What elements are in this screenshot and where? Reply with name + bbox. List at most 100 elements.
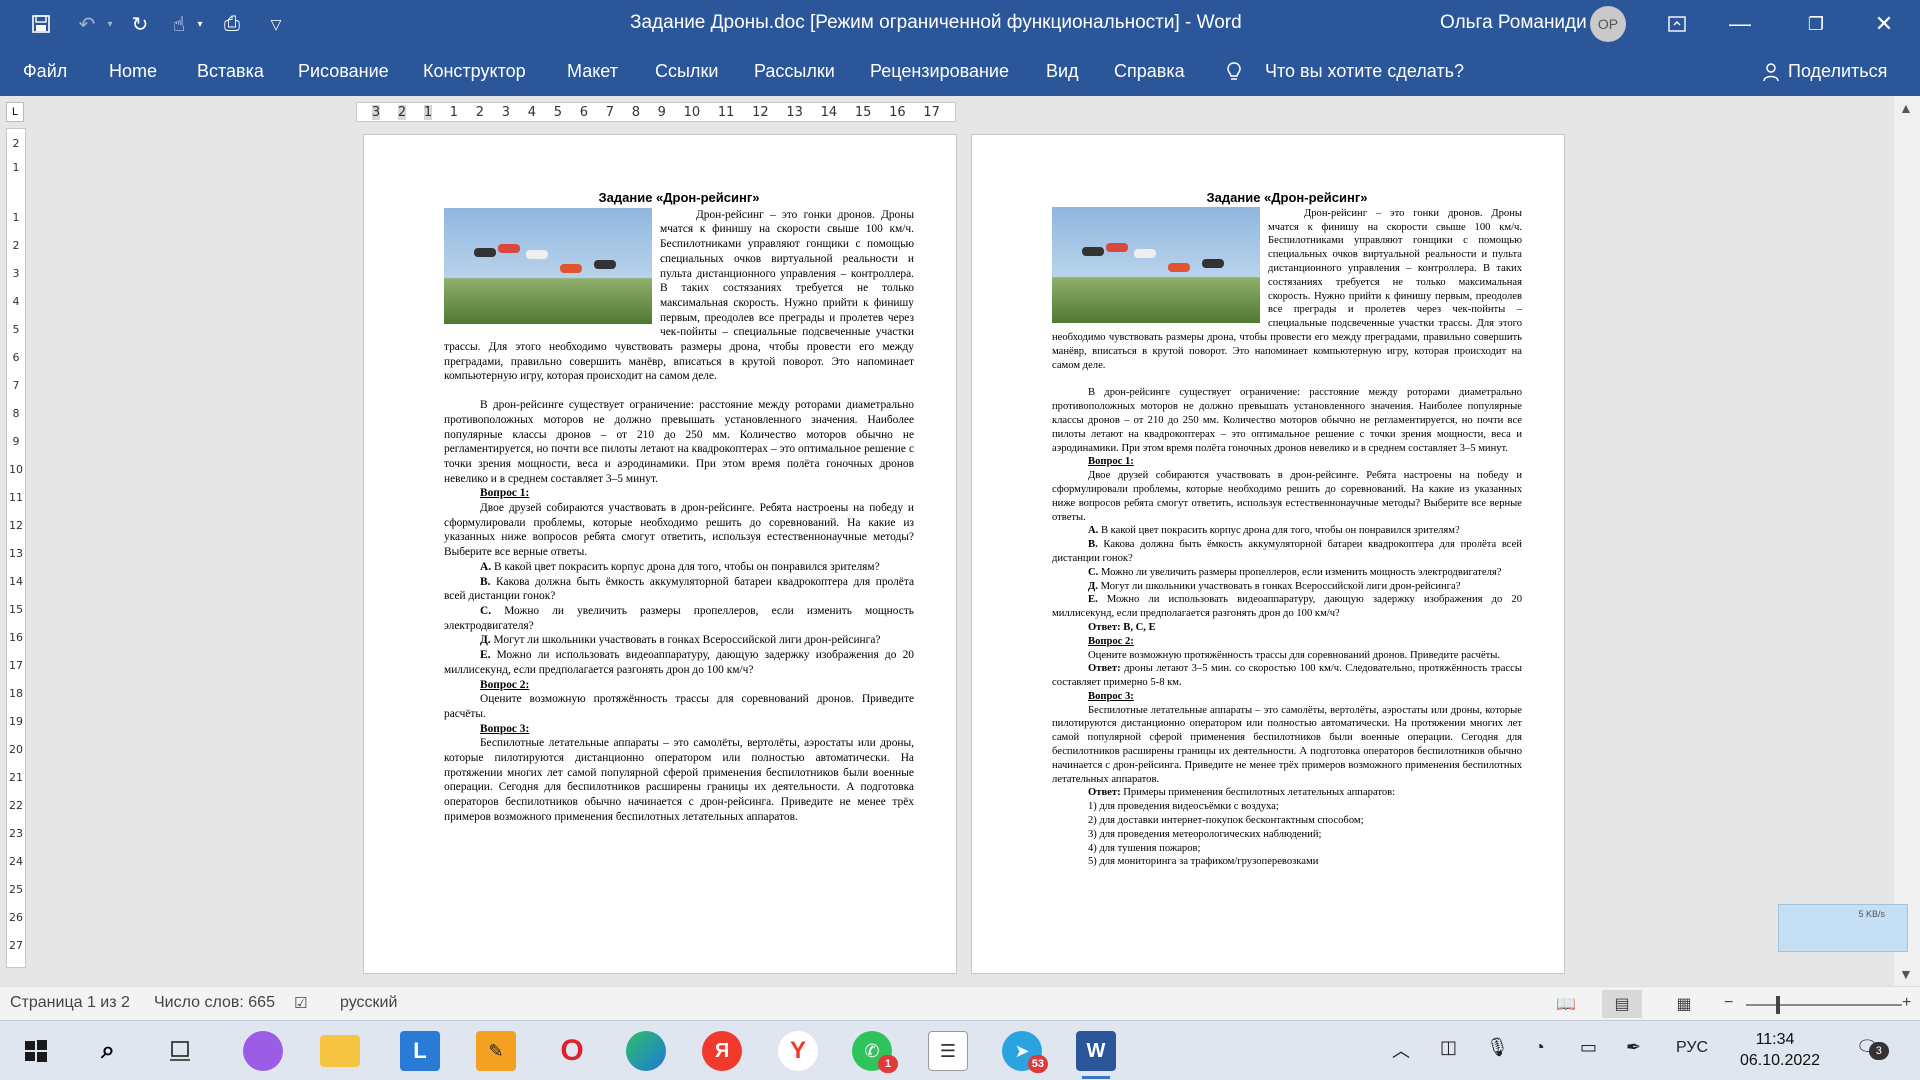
file-explorer-icon[interactable]: [320, 1035, 360, 1067]
tab-file[interactable]: Файл: [23, 61, 67, 82]
alice-icon[interactable]: [243, 1031, 283, 1071]
lingualeo-icon[interactable]: L: [400, 1031, 440, 1071]
save-icon[interactable]: [26, 8, 56, 40]
avatar[interactable]: OP: [1590, 6, 1626, 42]
answer-option: А. В какой цвет покрасить корпус дрона д…: [444, 560, 914, 575]
task-view-icon[interactable]: [160, 1031, 200, 1071]
telegram-icon[interactable]: ➤ 53: [1002, 1031, 1048, 1073]
tab-view[interactable]: Вид: [1046, 61, 1079, 82]
undo-icon[interactable]: ↶: [70, 8, 104, 40]
start-icon[interactable]: [16, 1031, 56, 1071]
word-icon[interactable]: W: [1076, 1031, 1116, 1079]
microphone-icon[interactable]: 🎙: [1486, 1037, 1509, 1058]
minimize-icon[interactable]: —: [1712, 0, 1768, 48]
list-item: 2) для доставки интернет-покупок бесконт…: [1088, 815, 1364, 827]
zoom-in-icon[interactable]: +: [1902, 994, 1911, 1012]
network-speed: 5 KB/s: [1858, 909, 1885, 919]
tab-references[interactable]: Ссылки: [655, 61, 718, 82]
undo-dropdown-icon[interactable]: ▾: [104, 8, 116, 40]
tab-mailings[interactable]: Рассылки: [754, 61, 835, 82]
clock[interactable]: 11:34 06.10.2022: [1740, 1029, 1820, 1071]
ruler-num: 6: [579, 104, 588, 120]
option-text: В какой цвет покрасить корпус дрона для …: [1100, 525, 1460, 537]
ruler-num: 4: [12, 295, 20, 308]
vertical-scrollbar[interactable]: ▲ ▼: [1894, 96, 1920, 986]
whatsapp-icon[interactable]: ✆ 1: [852, 1031, 898, 1073]
ruler-num: 1: [423, 104, 433, 120]
share-button[interactable]: Поделиться: [1762, 61, 1887, 82]
page-1[interactable]: Задание «Дрон-рейсинг» Дрон-рейсинг – эт…: [363, 134, 957, 974]
user-name[interactable]: Ольга Романиди: [1440, 12, 1587, 34]
input-language[interactable]: РУС: [1676, 1039, 1708, 1057]
web-layout-icon[interactable]: ▦: [1664, 990, 1704, 1018]
document-canvas[interactable]: Задание «Дрон-рейсинг» Дрон-рейсинг – эт…: [28, 124, 1892, 986]
yandex-browser-icon[interactable]: Я: [702, 1031, 742, 1071]
close-icon[interactable]: ✕: [1856, 0, 1912, 48]
search-icon[interactable]: ⌕: [88, 1031, 128, 1071]
tell-me-input[interactable]: Что вы хотите сделать?: [1265, 61, 1464, 82]
answer-option: С. Можно ли увеличить размеры пропеллеро…: [1052, 566, 1522, 580]
scroll-up-icon[interactable]: ▲: [1899, 100, 1913, 116]
notifications-icon[interactable]: 🗨 3: [1856, 1037, 1889, 1060]
tab-home[interactable]: Home: [109, 61, 157, 82]
answer-value: В, С, Е: [1123, 621, 1156, 633]
tab-design[interactable]: Конструктор: [423, 61, 526, 82]
scroll-down-icon[interactable]: ▼: [1899, 966, 1913, 982]
notes-icon[interactable]: ☰: [928, 1031, 968, 1071]
option-key: Д.: [1088, 580, 1098, 592]
touch-mode-icon[interactable]: ☝: [164, 8, 194, 40]
list-item: 5) для мониторинга за трафиком/грузопере…: [1088, 856, 1319, 868]
page-2-content[interactable]: Задание «Дрон-рейсинг» Дрон-рейсинг – эт…: [1052, 191, 1522, 869]
ruler-num: 2: [475, 104, 485, 120]
paint-icon[interactable]: ✎: [476, 1031, 516, 1071]
read-mode-icon[interactable]: 📖: [1546, 990, 1586, 1018]
page-2[interactable]: Задание «Дрон-рейсинг» Дрон-рейсинг – эт…: [971, 134, 1565, 974]
drones-photo[interactable]: [444, 207, 652, 324]
proofing-icon[interactable]: ☑: [294, 994, 307, 1012]
word-count[interactable]: Число слов: 665: [154, 994, 275, 1012]
option-key: В.: [1088, 539, 1098, 551]
pen-icon[interactable]: ✒: [1626, 1037, 1641, 1058]
network-speed-popup[interactable]: 5 KB/s: [1778, 904, 1908, 952]
lightbulb-icon[interactable]: [1226, 61, 1242, 88]
redo-icon[interactable]: ↻: [124, 8, 156, 40]
page-count[interactable]: Страница 1 из 2: [10, 994, 130, 1012]
option-key: С.: [480, 604, 492, 617]
meet-now-icon[interactable]: ◫: [1440, 1037, 1457, 1058]
opera-icon[interactable]: O: [552, 1031, 592, 1071]
zoom-out-icon[interactable]: −: [1724, 994, 1733, 1012]
zoom-slider[interactable]: [1746, 1004, 1902, 1006]
paragraph: В дрон-рейсинге существует ограничение: …: [1052, 387, 1522, 454]
wifi-icon[interactable]: ◔: [1534, 1037, 1545, 1058]
print-icon[interactable]: ⎙: [216, 8, 248, 40]
restore-icon[interactable]: ❐: [1788, 0, 1844, 48]
tab-insert[interactable]: Вставка: [197, 61, 264, 82]
tab-help[interactable]: Справка: [1114, 61, 1185, 82]
customize-icon[interactable]: ▽: [262, 8, 290, 40]
ruler-num: 26: [9, 911, 23, 924]
battery-icon[interactable]: ▭: [1580, 1037, 1597, 1058]
vertical-ruler[interactable]: 2 1 1 2 3 4 5 6 7 8 9 10 11 12 13 14 15 …: [6, 128, 26, 968]
print-layout-icon[interactable]: ▤: [1602, 990, 1642, 1018]
drones-photo[interactable]: [1052, 206, 1260, 323]
tab-selector[interactable]: L: [6, 102, 24, 122]
page-1-content[interactable]: Задание «Дрон-рейсинг» Дрон-рейсинг – эт…: [444, 190, 914, 825]
chevron-up-icon[interactable]: ︿: [1392, 1037, 1410, 1063]
horizontal-ruler[interactable]: 3 2 1 1 2 3 4 5 6 7 8 9 10 11 12 13 14 1…: [356, 102, 956, 122]
ruler-num: 8: [631, 104, 640, 120]
tab-draw[interactable]: Рисование: [298, 61, 389, 82]
ruler-num: 10: [683, 104, 701, 120]
ribbon-display-icon[interactable]: [1649, 0, 1705, 48]
list-item: 1) для проведения видеосъёмки с воздуха;: [1088, 801, 1279, 813]
tab-layout[interactable]: Макет: [567, 61, 618, 82]
ruler-num: 2: [397, 104, 407, 120]
yandex-icon[interactable]: Y: [778, 1031, 818, 1071]
language-indicator[interactable]: русский: [340, 994, 397, 1012]
option-key: Е.: [480, 649, 491, 662]
notifications-badge: 3: [1868, 1042, 1889, 1060]
tab-review[interactable]: Рецензирование: [870, 61, 1009, 82]
touch-dropdown-icon[interactable]: ▾: [194, 8, 206, 40]
zoom-slider-thumb[interactable]: [1776, 996, 1780, 1014]
edge-icon[interactable]: [626, 1031, 666, 1071]
drone-shape: [1168, 262, 1190, 272]
